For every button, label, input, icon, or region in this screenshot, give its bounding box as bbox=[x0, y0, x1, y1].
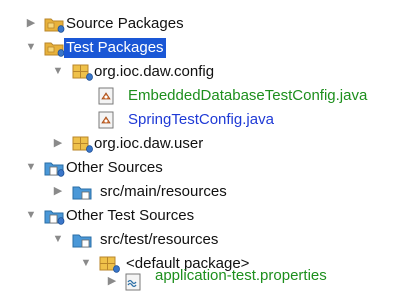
java-file-icon bbox=[97, 111, 119, 129]
tree-node-label: Source Packages bbox=[66, 15, 184, 32]
tree-node-label: org.ioc.daw.config bbox=[94, 63, 215, 80]
expand-arrow-icon[interactable]: ▶ bbox=[52, 137, 64, 149]
tree-node-java-file[interactable]: EmbeddedDatabaseTestConfig.java bbox=[0, 84, 403, 108]
collapse-arrow-icon[interactable]: ▼ bbox=[80, 257, 92, 269]
tree-node-other-test-sources[interactable]: ▼ Other Test Sources bbox=[0, 204, 403, 228]
tree-node-package-user[interactable]: ▶ org.ioc.daw.user bbox=[0, 132, 403, 156]
tree-node-label: src/test/resources bbox=[100, 231, 219, 248]
tree-node-source-packages[interactable]: ▶ Source Packages bbox=[0, 12, 403, 36]
expand-arrow-icon[interactable]: ▶ bbox=[52, 185, 64, 197]
tree-node-properties-file[interactable]: ▶ application-test.properties bbox=[0, 267, 403, 294]
package-icon bbox=[72, 135, 94, 153]
tree-node-java-file[interactable]: SpringTestConfig.java bbox=[0, 108, 403, 132]
other-sources-folder-icon bbox=[44, 207, 66, 225]
collapse-arrow-icon[interactable]: ▼ bbox=[52, 65, 64, 77]
package-icon bbox=[72, 63, 94, 81]
source-packages-folder-icon bbox=[44, 15, 66, 33]
project-tree: ▶ Source Packages ▼ Test Packages ▼ org.… bbox=[0, 0, 403, 291]
tree-node-label: EmbeddedDatabaseTestConfig.java bbox=[128, 87, 368, 104]
properties-file-icon bbox=[124, 273, 146, 291]
tree-node-label: Other Sources bbox=[66, 159, 163, 176]
tree-node-test-packages[interactable]: ▼ Test Packages bbox=[0, 36, 403, 60]
tree-node-label: org.ioc.daw.user bbox=[94, 135, 204, 152]
collapse-arrow-icon[interactable]: ▼ bbox=[52, 233, 64, 245]
tree-node-folder-main-resources[interactable]: ▶ src/main/resources bbox=[0, 180, 403, 204]
tree-node-package-config[interactable]: ▼ org.ioc.daw.config bbox=[0, 60, 403, 84]
expand-arrow-icon[interactable]: ▶ bbox=[25, 17, 37, 29]
collapse-arrow-icon[interactable]: ▼ bbox=[25, 161, 37, 173]
collapse-arrow-icon[interactable]: ▼ bbox=[25, 209, 37, 221]
collapse-arrow-icon[interactable]: ▼ bbox=[25, 41, 37, 53]
tree-node-folder-test-resources[interactable]: ▼ src/test/resources bbox=[0, 228, 403, 252]
tree-node-label: src/main/resources bbox=[100, 183, 227, 200]
other-sources-folder-icon bbox=[44, 159, 66, 177]
tree-node-label: Test Packages bbox=[64, 38, 166, 58]
expand-arrow-icon[interactable]: ▶ bbox=[106, 275, 118, 287]
tree-node-label: Other Test Sources bbox=[66, 207, 195, 224]
folder-icon bbox=[72, 231, 94, 249]
tree-node-label: application-test.properties bbox=[155, 267, 327, 284]
folder-icon bbox=[72, 183, 94, 201]
java-file-icon bbox=[97, 87, 119, 105]
tree-node-label: SpringTestConfig.java bbox=[128, 111, 274, 128]
tree-node-other-sources[interactable]: ▼ Other Sources bbox=[0, 156, 403, 180]
test-packages-folder-icon bbox=[44, 39, 66, 57]
